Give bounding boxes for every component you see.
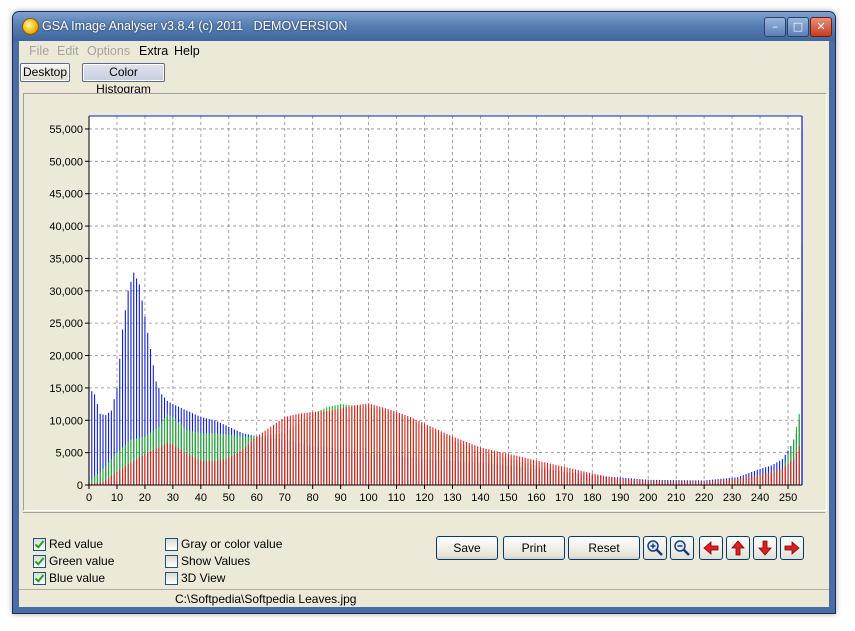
blue-value-option[interactable]: Blue value xyxy=(33,570,105,586)
arrow-down-icon xyxy=(758,540,772,556)
pan-left-button[interactable] xyxy=(699,536,723,560)
show-values-checkbox[interactable] xyxy=(165,554,178,568)
3d-view-checkbox[interactable] xyxy=(165,571,178,585)
print-button[interactable]: Print xyxy=(503,536,565,560)
x-tick-label: 180 xyxy=(583,492,601,504)
blue-value-label: Blue value xyxy=(49,571,106,585)
red-value-label: Red value xyxy=(49,537,104,551)
x-tick-label: 160 xyxy=(527,492,545,504)
zoom-out-icon xyxy=(674,540,690,556)
x-tick-label: 60 xyxy=(251,492,263,504)
gray-value-option[interactable]: Gray or color value xyxy=(165,536,282,552)
3d-view-option[interactable]: 3D View xyxy=(165,570,225,586)
y-tick-label: 40,000 xyxy=(49,221,83,233)
menu-bar: File Edit Options Extra Help xyxy=(19,41,829,61)
menu-help[interactable]: Help xyxy=(174,44,200,58)
green-value-checkbox[interactable] xyxy=(33,554,46,568)
menu-extra[interactable]: Extra xyxy=(139,44,168,58)
x-tick-label: 100 xyxy=(359,492,377,504)
menu-edit[interactable]: Edit xyxy=(57,44,79,58)
x-tick-label: 250 xyxy=(779,492,797,504)
y-tick-label: 20,000 xyxy=(49,351,83,363)
status-bar: C:\Softpedia\Softpedia Leaves.jpg xyxy=(19,589,829,608)
pan-up-button[interactable] xyxy=(726,536,750,560)
x-tick-label: 120 xyxy=(415,492,433,504)
x-tick-label: 0 xyxy=(86,492,92,504)
gray-value-checkbox[interactable] xyxy=(165,537,178,551)
x-tick-label: 200 xyxy=(639,492,657,504)
title-bar[interactable]: GSA Image Analyser v3.8.4 (c) 2011 DEMOV… xyxy=(13,12,835,41)
status-file-path: C:\Softpedia\Softpedia Leaves.jpg xyxy=(175,592,357,606)
x-tick-label: 230 xyxy=(723,492,741,504)
x-tick-label: 190 xyxy=(611,492,629,504)
x-tick-label: 130 xyxy=(443,492,461,504)
x-tick-label: 70 xyxy=(279,492,291,504)
y-tick-label: 25,000 xyxy=(49,318,83,330)
y-tick-label: 15,000 xyxy=(49,383,83,395)
y-tick-label: 10,000 xyxy=(49,415,83,427)
arrow-up-icon xyxy=(731,540,745,556)
green-value-option[interactable]: Green value xyxy=(33,553,114,569)
red-value-option[interactable]: Red value xyxy=(33,536,103,552)
zoom-out-button[interactable] xyxy=(670,536,694,560)
y-tick-label: 50,000 xyxy=(49,156,83,168)
app-window: GSA Image Analyser v3.8.4 (c) 2011 DEMOV… xyxy=(12,11,836,614)
x-tick-label: 10 xyxy=(111,492,123,504)
x-tick-label: 150 xyxy=(499,492,517,504)
desktop-view-button[interactable]: Desktop xyxy=(20,63,70,82)
x-tick-label: 80 xyxy=(307,492,319,504)
gray-value-label: Gray or color value xyxy=(181,537,283,551)
x-tick-label: 210 xyxy=(667,492,685,504)
client-area: File Edit Options Extra Help Desktop Col… xyxy=(19,41,829,607)
pan-right-button[interactable] xyxy=(780,536,804,560)
show-values-option[interactable]: Show Values xyxy=(165,553,250,569)
close-button[interactable]: ✕ xyxy=(810,17,832,37)
y-tick-label: 55,000 xyxy=(49,124,83,136)
zoom-in-button[interactable] xyxy=(643,536,667,560)
x-tick-label: 30 xyxy=(167,492,179,504)
x-tick-label: 20 xyxy=(139,492,151,504)
x-tick-label: 110 xyxy=(388,492,406,504)
histogram-chart: 0 5,000 10,000 15,000 20,000 25,000 30,000 35,0… xyxy=(49,115,803,504)
green-value-label: Green value xyxy=(49,554,115,568)
x-tick-label: 170 xyxy=(555,492,573,504)
red-value-checkbox[interactable] xyxy=(33,537,46,551)
show-values-label: Show Values xyxy=(181,554,251,568)
y-tick-label: 0 xyxy=(77,480,83,492)
save-button[interactable]: Save xyxy=(436,536,498,560)
menu-options[interactable]: Options xyxy=(87,44,130,58)
window-title: GSA Image Analyser v3.8.4 (c) 2011 DEMOV… xyxy=(42,19,348,33)
x-tick-label: 50 xyxy=(223,492,235,504)
y-tick-label: 35,000 xyxy=(49,253,83,265)
y-tick-label: 5,000 xyxy=(55,448,83,460)
arrow-left-icon xyxy=(703,541,719,555)
app-icon[interactable] xyxy=(22,18,39,35)
blue-value-checkbox[interactable] xyxy=(33,571,46,585)
y-tick-label: 30,000 xyxy=(49,286,83,298)
reset-button[interactable]: Reset xyxy=(568,536,640,560)
x-tick-label: 220 xyxy=(695,492,713,504)
minimize-button[interactable]: – xyxy=(764,17,786,37)
x-tick-label: 140 xyxy=(471,492,489,504)
x-tick-label: 40 xyxy=(195,492,207,504)
x-tick-label: 90 xyxy=(335,492,347,504)
3d-view-label: 3D View xyxy=(181,571,226,585)
plot-area xyxy=(89,116,802,485)
histogram-panel: 0 5,000 10,000 15,000 20,000 25,000 30,000 35,0… xyxy=(23,93,827,511)
arrow-right-icon xyxy=(784,541,800,555)
menu-file[interactable]: File xyxy=(29,44,49,58)
maximize-button[interactable]: □ xyxy=(787,17,809,37)
pan-down-button[interactable] xyxy=(753,536,777,560)
x-tick-label: 240 xyxy=(751,492,769,504)
zoom-in-icon xyxy=(647,540,663,556)
y-tick-label: 45,000 xyxy=(49,189,83,201)
color-histogram-view-button[interactable]: Color Histogram xyxy=(82,63,165,96)
